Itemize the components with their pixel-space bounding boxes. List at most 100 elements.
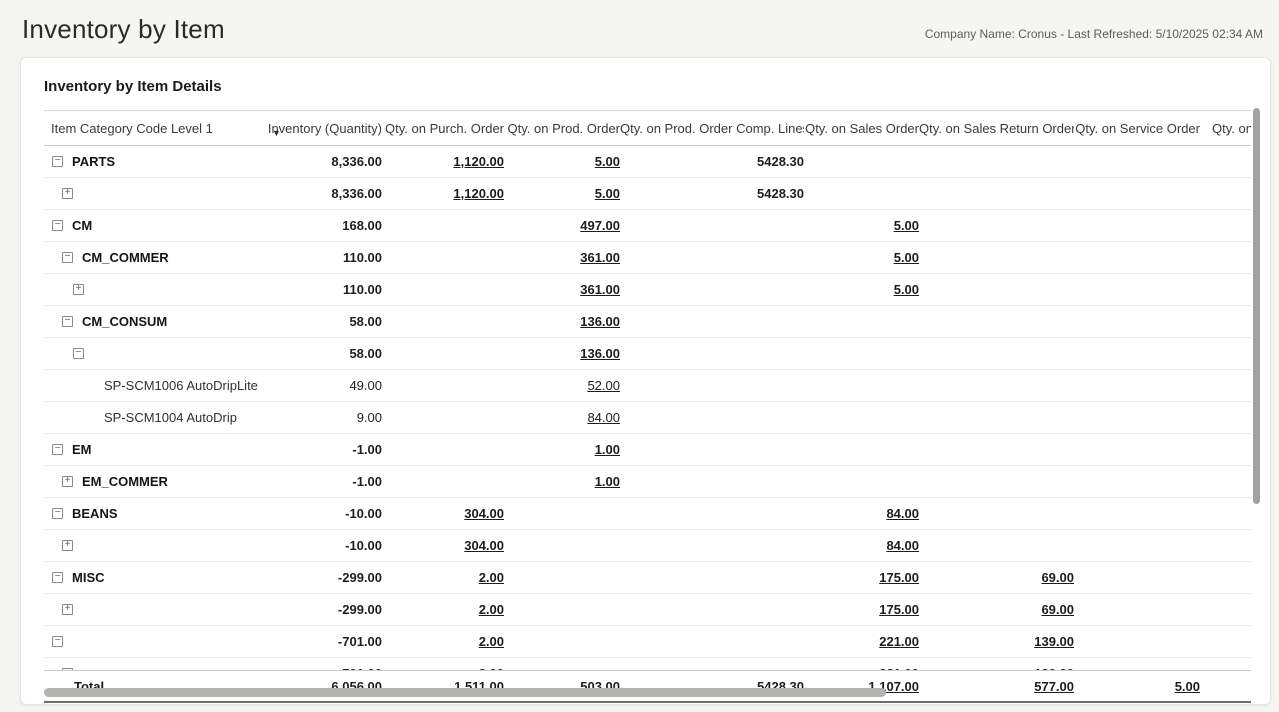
table-body: −PARTS8,336.001,120.005.005428.30+8,336.… xyxy=(44,146,1251,658)
cell-value: -1.00 xyxy=(352,442,382,457)
value-cell-prod: 136.00 xyxy=(504,314,620,329)
table-row: + -10.00 304.00 84.00 xyxy=(44,530,1251,562)
value-cell-purch: 304.00 xyxy=(382,506,504,521)
cell-value: 58.00 xyxy=(349,314,382,329)
drilldown-link[interactable]: 1.00 xyxy=(595,474,620,489)
collapse-toggle-icon[interactable]: − xyxy=(73,348,84,359)
category-label: CM xyxy=(72,218,92,233)
cell-value: -299.00 xyxy=(338,570,382,585)
drilldown-link[interactable]: 175.00 xyxy=(879,570,919,585)
page-title: Inventory by Item xyxy=(22,14,225,45)
expand-toggle-icon[interactable]: + xyxy=(62,604,73,615)
cell-value: -10.00 xyxy=(345,538,382,553)
category-cell: − xyxy=(44,636,264,647)
column-header-category[interactable]: Item Category Code Level 1 xyxy=(44,121,264,136)
column-header-prod[interactable]: Qty. on Prod. Order xyxy=(504,121,620,136)
drilldown-link[interactable]: 2.00 xyxy=(479,634,504,649)
column-header-more[interactable]: Qty. on xyxy=(1200,121,1251,136)
company-refresh-caption: Company Name: Cronus - Last Refreshed: 5… xyxy=(925,14,1263,41)
table-header-row: Item Category Code Level 1Inventory (Qua… xyxy=(44,110,1251,146)
cell-value: -701.00 xyxy=(338,666,382,670)
drilldown-link[interactable]: 304.00 xyxy=(464,538,504,553)
drilldown-link[interactable]: 136.00 xyxy=(580,314,620,329)
collapse-toggle-icon[interactable]: − xyxy=(52,636,63,647)
drilldown-link[interactable]: 2.00 xyxy=(479,666,504,670)
column-header-sales[interactable]: Qty. on Sales Order xyxy=(804,121,919,136)
value-cell-inventory: -10.00 xyxy=(264,506,382,521)
collapse-toggle-icon[interactable]: − xyxy=(52,572,63,583)
category-cell: + xyxy=(44,540,264,551)
cell-value: -701.00 xyxy=(338,634,382,649)
drilldown-link[interactable]: 139.00 xyxy=(1034,666,1074,670)
drilldown-link[interactable]: 1.00 xyxy=(595,442,620,457)
value-cell-purch: 2.00 xyxy=(382,602,504,617)
column-header-inventory[interactable]: Inventory (Quantity)▼ xyxy=(264,121,382,136)
drilldown-link[interactable]: 1,120.00 xyxy=(453,154,504,169)
collapse-toggle-icon[interactable]: − xyxy=(52,444,63,455)
drilldown-link[interactable]: 5.00 xyxy=(595,154,620,169)
drilldown-link[interactable]: 136.00 xyxy=(580,346,620,361)
expand-toggle-icon[interactable]: + xyxy=(73,284,84,295)
collapse-toggle-icon[interactable]: − xyxy=(62,252,73,263)
horizontal-scrollbar[interactable] xyxy=(44,688,1251,698)
table-row: + -299.00 2.00 175.00 69.00 xyxy=(44,594,1251,626)
column-header-service[interactable]: Qty. on Service Order xyxy=(1074,121,1200,136)
value-cell-purch: 1,120.00 xyxy=(382,186,504,201)
category-label: SP-SCM1004 AutoDrip xyxy=(104,410,237,425)
column-header-comp[interactable]: Qty. on Prod. Order Comp. Lines xyxy=(620,121,804,136)
drilldown-link[interactable]: 84.00 xyxy=(886,506,919,521)
expand-toggle-icon[interactable]: + xyxy=(62,188,73,199)
category-cell: − xyxy=(44,668,264,670)
drilldown-link[interactable]: 84.00 xyxy=(587,410,620,425)
value-cell-inventory: 110.00 xyxy=(264,282,382,297)
value-cell-sales: 175.00 xyxy=(804,602,919,617)
drilldown-link[interactable]: 1,120.00 xyxy=(453,186,504,201)
drilldown-link[interactable]: 139.00 xyxy=(1034,634,1074,649)
category-label: BEANS xyxy=(72,506,118,521)
drilldown-link[interactable]: 361.00 xyxy=(580,282,620,297)
category-cell: − xyxy=(44,348,264,359)
drilldown-link[interactable]: 361.00 xyxy=(580,250,620,265)
drilldown-link[interactable]: 5.00 xyxy=(595,186,620,201)
category-cell: + xyxy=(44,604,264,615)
vertical-scrollbar-thumb[interactable] xyxy=(1253,108,1260,504)
table-row: −58.00136.00 xyxy=(44,338,1251,370)
cell-value: 49.00 xyxy=(349,378,382,393)
drilldown-link[interactable]: 69.00 xyxy=(1041,602,1074,617)
value-cell-prod: 5.00 xyxy=(504,186,620,201)
drilldown-link[interactable]: 52.00 xyxy=(587,378,620,393)
column-header-salesret[interactable]: Qty. on Sales Return Order xyxy=(919,121,1074,136)
value-cell-purch: 2.00 xyxy=(382,666,504,670)
collapse-toggle-icon[interactable]: − xyxy=(52,156,63,167)
table-row: −EM-1.001.00 xyxy=(44,434,1251,466)
drilldown-link[interactable]: 175.00 xyxy=(879,602,919,617)
drilldown-link[interactable]: 69.00 xyxy=(1041,570,1074,585)
category-cell: −PARTS xyxy=(44,154,264,169)
horizontal-scrollbar-thumb[interactable] xyxy=(44,688,886,697)
drilldown-link[interactable]: 221.00 xyxy=(879,634,919,649)
drilldown-link[interactable]: 304.00 xyxy=(464,506,504,521)
drilldown-link[interactable]: 5.00 xyxy=(894,218,919,233)
collapse-toggle-icon[interactable]: − xyxy=(62,316,73,327)
expand-toggle-icon[interactable]: + xyxy=(62,540,73,551)
drilldown-link[interactable]: 221.00 xyxy=(879,666,919,670)
drilldown-link[interactable]: 84.00 xyxy=(886,538,919,553)
drilldown-link[interactable]: 5.00 xyxy=(894,250,919,265)
column-header-purch[interactable]: Qty. on Purch. Order xyxy=(382,121,504,136)
vertical-scrollbar[interactable] xyxy=(1253,108,1261,643)
expand-toggle-icon[interactable]: + xyxy=(62,476,73,487)
drilldown-link[interactable]: 2.00 xyxy=(479,602,504,617)
drilldown-link[interactable]: 2.00 xyxy=(479,570,504,585)
value-cell-prod: 52.00 xyxy=(504,378,620,393)
drilldown-link[interactable]: 5.00 xyxy=(894,282,919,297)
collapse-toggle-icon[interactable]: − xyxy=(52,508,63,519)
table-row: −CM_CONSUM58.00136.00 xyxy=(44,306,1251,338)
collapse-toggle-icon[interactable]: − xyxy=(52,220,63,231)
collapse-toggle-icon[interactable]: − xyxy=(62,668,73,670)
value-cell-purch: 1,120.00 xyxy=(382,154,504,169)
cell-value: -299.00 xyxy=(338,602,382,617)
clipped-row-container: − -701.00 2.00 221.00 139.00 xyxy=(44,658,1251,670)
page: Inventory by Item Company Name: Cronus -… xyxy=(0,0,1279,712)
drilldown-link[interactable]: 497.00 xyxy=(580,218,620,233)
value-cell-prod: 84.00 xyxy=(504,410,620,425)
